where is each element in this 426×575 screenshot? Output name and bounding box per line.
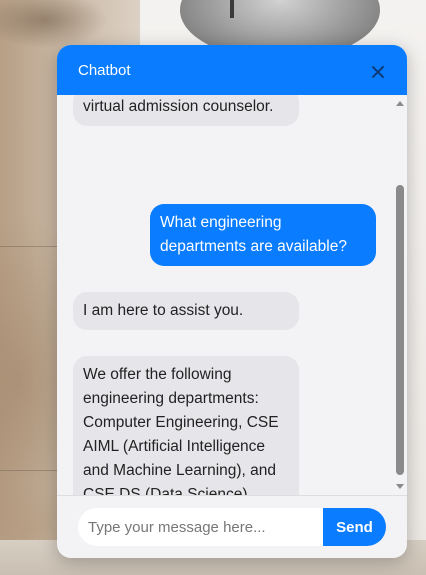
background-marble-edge xyxy=(0,470,60,471)
background-lamp-rod xyxy=(230,0,234,18)
bot-message: virtual admission counselor. xyxy=(73,95,299,126)
background-marble-edge xyxy=(0,246,60,247)
chat-title: Chatbot xyxy=(78,61,131,79)
scroll-down-arrow-icon[interactable] xyxy=(396,484,404,489)
chat-header: Chatbot xyxy=(57,45,407,95)
bot-message: We offer the following engineering depar… xyxy=(73,356,299,495)
message-scrollbar[interactable] xyxy=(393,95,407,495)
close-icon[interactable] xyxy=(369,63,387,81)
scroll-up-arrow-icon[interactable] xyxy=(396,101,404,106)
message-input[interactable] xyxy=(78,508,323,546)
send-button[interactable]: Send xyxy=(323,508,386,546)
scroll-thumb[interactable] xyxy=(396,185,404,475)
user-message: What engineering departments are availab… xyxy=(150,204,376,266)
message-list[interactable]: virtual admission counselor. What engine… xyxy=(57,95,407,495)
chatbot-window: Chatbot virtual admission counselor. Wha… xyxy=(57,45,407,558)
composer-bar: Send xyxy=(57,495,407,558)
bot-message: I am here to assist you. xyxy=(73,292,299,330)
